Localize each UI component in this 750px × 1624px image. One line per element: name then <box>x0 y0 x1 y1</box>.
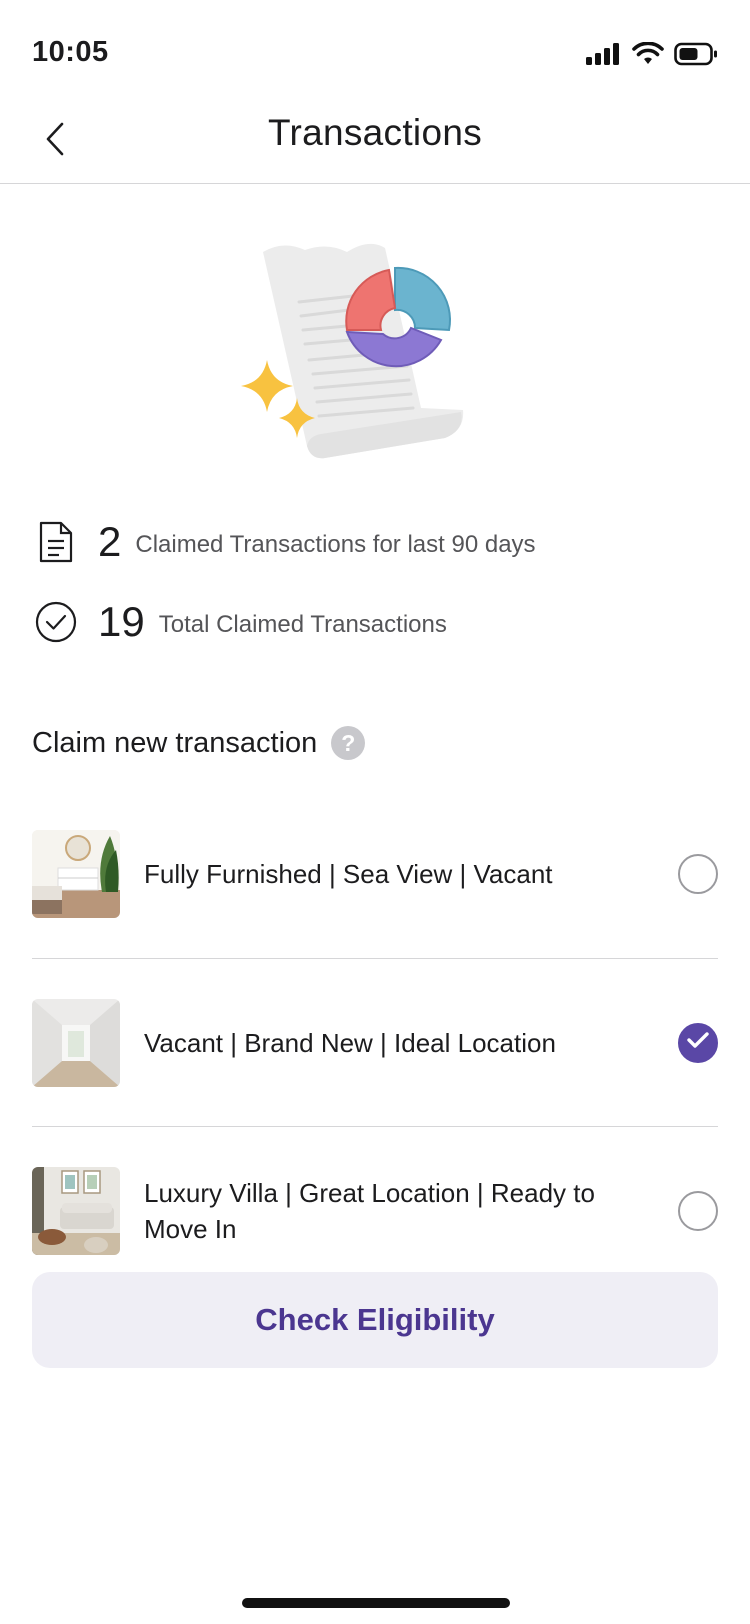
check-circle-icon <box>34 600 78 644</box>
list-item-label: Fully Furnished | Sea View | Vacant <box>144 859 553 889</box>
list-item[interactable]: Fully Furnished | Sea View | Vacant <box>32 790 718 958</box>
check-eligibility-button[interactable]: Check Eligibility <box>32 1272 718 1368</box>
wifi-icon <box>632 41 664 71</box>
stat-label: Claimed Transactions for last 90 days <box>135 531 536 558</box>
status-icons <box>586 41 718 71</box>
status-time: 10:05 <box>32 36 109 68</box>
page-title: Transactions <box>267 112 483 153</box>
list-item[interactable]: Vacant | Brand New | Ideal Location <box>32 958 718 1126</box>
transactions-illustration <box>235 240 485 475</box>
list-item-label: Vacant | Brand New | Ideal Location <box>144 1027 556 1058</box>
home-indicator <box>242 1598 510 1608</box>
radio-button[interactable] <box>678 1190 718 1231</box>
signal-icon <box>586 43 622 70</box>
document-icon <box>34 520 78 564</box>
radio-button-selected[interactable] <box>678 1022 718 1063</box>
section-title-text: Claim new transaction <box>32 726 318 759</box>
stat-label: Total Claimed Transactions <box>158 611 447 638</box>
stat-number: 19 <box>98 598 145 645</box>
property-thumbnail <box>32 998 120 1087</box>
radio-button[interactable] <box>678 854 718 894</box>
nav-bar: Transactions <box>0 100 750 184</box>
list-item-label: Luxury Villa | Great Location | Ready to… <box>144 1177 595 1244</box>
property-thumbnail <box>32 830 120 918</box>
claim-section-title: Claim new transaction ? <box>32 726 366 760</box>
checkmark-icon <box>687 1031 709 1054</box>
property-thumbnail <box>32 1166 120 1255</box>
transaction-list: Fully Furnished | Sea View | Vacant Vaca… <box>32 790 718 1294</box>
stat-number: 2 <box>98 518 122 565</box>
battery-icon <box>674 42 718 71</box>
list-item[interactable]: Luxury Villa | Great Location | Ready to… <box>32 1126 718 1294</box>
stat-total-claimed: 19 Total Claimed Transactions <box>34 598 447 646</box>
stat-claimed-90-days: 2 Claimed Transactions for last 90 days <box>34 518 536 566</box>
status-bar: 10:05 <box>0 0 750 100</box>
help-icon[interactable]: ? <box>331 726 366 760</box>
